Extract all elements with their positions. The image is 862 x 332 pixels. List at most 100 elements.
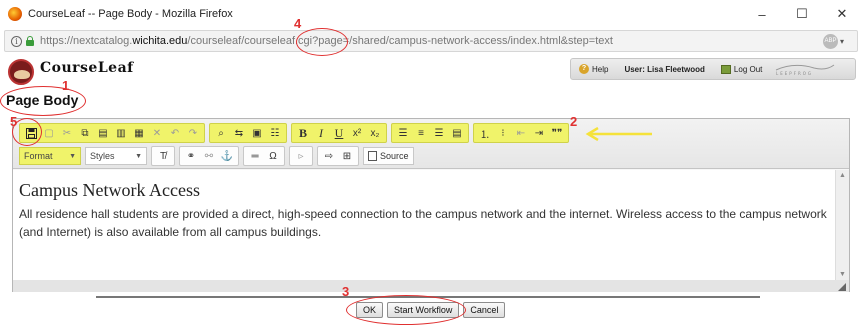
replace-icon[interactable]: ⇆ xyxy=(230,124,248,142)
toolbar-row-2: Format ▼ Styles ▼ T̸ ⚭ ⚯ ⚓ ═ Ω ▹ ⇨ ⊞ Sou… xyxy=(19,146,414,166)
table-group: ⇨ ⊞ xyxy=(317,146,359,166)
align-right-icon[interactable]: ☰ xyxy=(430,124,448,142)
template-group: ▹ xyxy=(289,146,313,166)
select-all-icon[interactable]: ▣ xyxy=(248,124,266,142)
horizontal-rule-icon[interactable]: ═ xyxy=(246,147,264,165)
annotation-arrow-icon xyxy=(585,127,652,141)
lock-icon[interactable] xyxy=(26,36,34,46)
logout-link[interactable]: Log Out xyxy=(713,64,770,74)
numbered-list-icon[interactable]: ⒈ xyxy=(476,124,494,142)
paste-icon[interactable]: ▤ xyxy=(94,124,112,142)
format-label: Format xyxy=(24,151,53,161)
extension-button[interactable]: ABP ▾ xyxy=(823,34,849,49)
find-icon[interactable]: ⌕ xyxy=(212,124,230,142)
firefox-icon xyxy=(8,7,22,21)
url-domain: wichita.edu xyxy=(132,35,188,47)
annotation-4: 4 xyxy=(294,16,302,31)
minimize-button[interactable]: – xyxy=(742,0,782,28)
window-controls: – ☐ ✕ xyxy=(742,0,862,28)
justify-icon[interactable]: ▤ xyxy=(448,124,466,142)
find-group: ⌕ ⇆ ▣ ☷ xyxy=(209,123,287,143)
annotation-ellipse-page-title xyxy=(0,86,86,116)
help-link[interactable]: ? Help xyxy=(571,64,616,74)
bulleted-list-icon[interactable]: ⁝ xyxy=(494,124,512,142)
clear-format-icon[interactable]: T̸ xyxy=(154,147,172,165)
bold-icon[interactable]: B xyxy=(294,124,312,142)
toolbar-row-1: ▢ ✂ ⧉ ▤ ▥ ▦ ✕ ↶ ↷ ⌕ ⇆ ▣ ☷ B I U x² x₂ ☰ … xyxy=(19,123,573,143)
special-char-icon[interactable]: Ω xyxy=(264,147,282,165)
annotation-ellipse-save xyxy=(12,118,42,146)
annotation-ellipse-url xyxy=(296,28,348,56)
rich-text-editor: ▢ ✂ ⧉ ▤ ▥ ▦ ✕ ↶ ↷ ⌕ ⇆ ▣ ☷ B I U x² x₂ ☰ … xyxy=(12,118,850,292)
insert-group: ═ Ω xyxy=(243,146,285,166)
align-left-icon[interactable]: ☰ xyxy=(394,124,412,142)
content-paragraph[interactable]: All residence hall students are provided… xyxy=(19,205,829,241)
link-group: ⚭ ⚯ ⚓ xyxy=(179,146,239,166)
leepfrog-text: LEEPFROG xyxy=(776,71,813,76)
chevron-down-icon: ▾ xyxy=(840,37,845,46)
subscript-icon[interactable]: x₂ xyxy=(366,124,384,142)
unlink-icon[interactable]: ⚯ xyxy=(200,147,218,165)
annotation-ellipse-buttons xyxy=(346,295,466,325)
maximize-button[interactable]: ☐ xyxy=(782,0,822,28)
courseleaf-logo-icon xyxy=(8,59,34,85)
styles-dropdown[interactable]: Styles ▼ xyxy=(85,147,147,165)
outdent-icon[interactable]: ⇤ xyxy=(512,124,530,142)
app-header: CourseLeaf ? Help User: Lisa Fleetwood L… xyxy=(4,56,858,86)
logout-label: Log Out xyxy=(733,64,763,74)
close-button[interactable]: ✕ xyxy=(822,0,862,28)
remove-format-icon[interactable]: ✕ xyxy=(148,124,166,142)
scroll-down-icon[interactable]: ▼ xyxy=(839,271,846,278)
leepfrog-logo-icon: LEEPFROG xyxy=(776,64,835,76)
chevron-down-icon: ▼ xyxy=(135,152,142,160)
underline-icon[interactable]: U xyxy=(330,124,348,142)
indent-icon[interactable]: ⇥ xyxy=(530,124,548,142)
anchor-icon[interactable]: ⚓ xyxy=(218,147,236,165)
window-titlebar: CourseLeaf -- Page Body - Mozilla Firefo… xyxy=(0,0,862,28)
paste-text-icon[interactable]: ▥ xyxy=(112,124,130,142)
copy-icon[interactable]: ⧉ xyxy=(76,124,94,142)
chevron-down-icon: ▼ xyxy=(69,152,76,160)
superscript-icon[interactable]: x² xyxy=(348,124,366,142)
url-suffix: /courseleaf/courseleaf.cgi?page=/shared/… xyxy=(187,35,613,47)
editor-content[interactable]: Campus Network Access All residence hall… xyxy=(13,170,835,280)
info-icon[interactable]: i xyxy=(11,35,22,47)
source-label: Source xyxy=(380,151,409,161)
editor-scrollbar[interactable]: ▲ ▼ xyxy=(835,170,849,280)
align-center-icon[interactable]: ≡ xyxy=(412,124,430,142)
basic-styles-group: B I U x² x₂ xyxy=(291,123,387,143)
blockquote-icon[interactable]: ❞❞ xyxy=(548,124,566,142)
annotation-3: 3 xyxy=(342,284,350,299)
italic-icon[interactable]: I xyxy=(312,124,330,142)
scroll-up-icon[interactable]: ▲ xyxy=(839,172,846,179)
undo-icon[interactable]: ↶ xyxy=(166,124,184,142)
help-label: Help xyxy=(592,64,609,74)
include-icon[interactable]: ⇨ xyxy=(320,147,338,165)
address-bar[interactable]: i https://nextcatalog.wichita.edu/course… xyxy=(4,30,858,52)
spellcheck-icon[interactable]: ☷ xyxy=(266,124,284,142)
editor-toolbar: ▢ ✂ ⧉ ▤ ▥ ▦ ✕ ↶ ↷ ⌕ ⇆ ▣ ☷ B I U x² x₂ ☰ … xyxy=(13,119,849,169)
table-icon[interactable]: ⊞ xyxy=(338,147,356,165)
source-icon xyxy=(368,151,377,161)
logout-icon xyxy=(720,64,731,74)
redo-icon[interactable]: ↷ xyxy=(184,124,202,142)
link-icon[interactable]: ⚭ xyxy=(182,147,200,165)
align-group: ☰ ≡ ☰ ▤ xyxy=(391,123,469,143)
cut-icon[interactable]: ✂ xyxy=(58,124,76,142)
new-page-icon[interactable]: ▢ xyxy=(40,124,58,142)
paste-word-icon[interactable]: ▦ xyxy=(130,124,148,142)
styles-label: Styles xyxy=(90,151,115,161)
template-icon[interactable]: ▹ xyxy=(292,147,310,165)
clear-format-group: T̸ xyxy=(151,146,175,166)
app-name: CourseLeaf xyxy=(40,60,134,76)
resize-handle-icon[interactable] xyxy=(838,283,846,291)
format-dropdown[interactable]: Format ▼ xyxy=(19,147,81,165)
url-prefix: https://nextcatalog. xyxy=(40,35,133,47)
editor-statusbar xyxy=(13,280,849,292)
cancel-button[interactable]: Cancel xyxy=(463,302,506,318)
source-button[interactable]: Source xyxy=(363,147,414,165)
list-group: ⒈ ⁝ ⇤ ⇥ ❞❞ xyxy=(473,123,569,143)
annotation-2: 2 xyxy=(570,114,578,129)
content-heading[interactable]: Campus Network Access xyxy=(19,180,829,201)
document-group: ▢ ✂ ⧉ ▤ ▥ ▦ ✕ ↶ ↷ xyxy=(19,123,205,143)
